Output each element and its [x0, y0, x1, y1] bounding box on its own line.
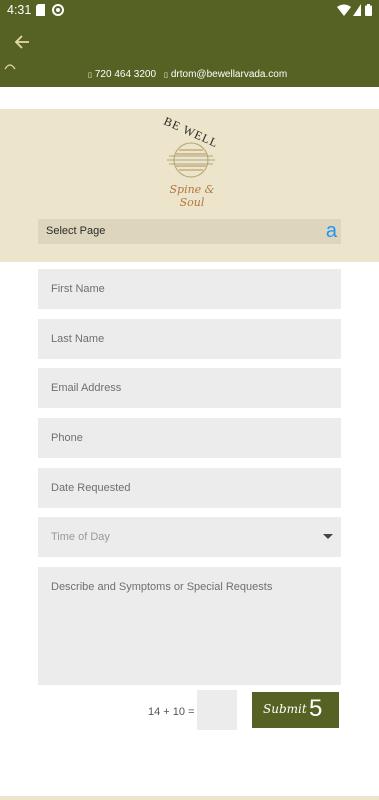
sync-icon — [52, 4, 64, 16]
contact-phone[interactable]: ▯ 720 464 3200 — [88, 69, 156, 80]
battery-icon — [365, 4, 372, 16]
status-bar: 4:31 — [0, 0, 379, 21]
loading-spinner-icon — [4, 64, 16, 70]
date-requested-placeholder: Date Requested — [51, 482, 131, 494]
back-arrow-icon[interactable] — [11, 31, 33, 53]
last-name-placeholder: Last Name — [51, 333, 105, 345]
logo-emblem-icon — [167, 142, 215, 178]
wifi-icon — [337, 4, 351, 16]
time-of-day-placeholder: Time of Day — [51, 531, 110, 543]
email-field[interactable]: Email Address — [38, 368, 341, 408]
submit-label: Submit — [263, 702, 307, 716]
first-name-field[interactable]: First Name — [38, 269, 341, 309]
captcha-input[interactable] — [197, 690, 237, 730]
time-of-day-select[interactable]: Time of Day — [38, 517, 341, 557]
select-page-badge: a — [325, 220, 337, 242]
message-textarea[interactable]: Describe and Symptoms or Special Request… — [38, 567, 341, 685]
submit-badge: 5 — [309, 695, 323, 722]
site-logo[interactable]: BE WELL Spine & Soul — [152, 114, 230, 209]
status-time: 4:31 — [7, 3, 32, 17]
contact-phone-text: 720 464 3200 — [94, 69, 157, 80]
phone-placeholder: Phone — [51, 432, 83, 444]
logo-script: Spine & Soul — [169, 183, 215, 209]
app-bar — [0, 21, 379, 63]
select-page-dropdown[interactable]: Select Page a — [38, 219, 341, 244]
phone-field[interactable]: Phone — [38, 418, 341, 458]
email-placeholder: Email Address — [51, 382, 122, 394]
contact-bar: ▯ 720 464 3200 ▯ drtom@bewellarvada.com — [0, 63, 379, 87]
captcha-question: 14 + 10 = — [148, 706, 195, 718]
last-name-field[interactable]: Last Name — [38, 319, 341, 359]
select-page-label: Select Page — [46, 225, 106, 237]
dropdown-caret-icon — [323, 534, 333, 539]
site-header: BE WELL Spine & Soul Select Page a — [0, 109, 379, 262]
date-requested-field[interactable]: Date Requested — [38, 468, 341, 508]
submit-button[interactable]: Submit 5 — [252, 692, 339, 728]
contact-email-text: drtom@bewellarvada.com — [170, 69, 288, 80]
cellular-icon — [353, 4, 361, 16]
footer-strip — [0, 796, 379, 800]
mail-icon: ▯ — [164, 71, 168, 79]
phone-icon: ▯ — [88, 71, 92, 79]
sim-icon — [36, 4, 45, 16]
contact-email[interactable]: ▯ drtom@bewellarvada.com — [164, 69, 287, 80]
message-placeholder: Describe and Symptoms or Special Request… — [51, 581, 273, 593]
first-name-placeholder: First Name — [51, 283, 105, 295]
